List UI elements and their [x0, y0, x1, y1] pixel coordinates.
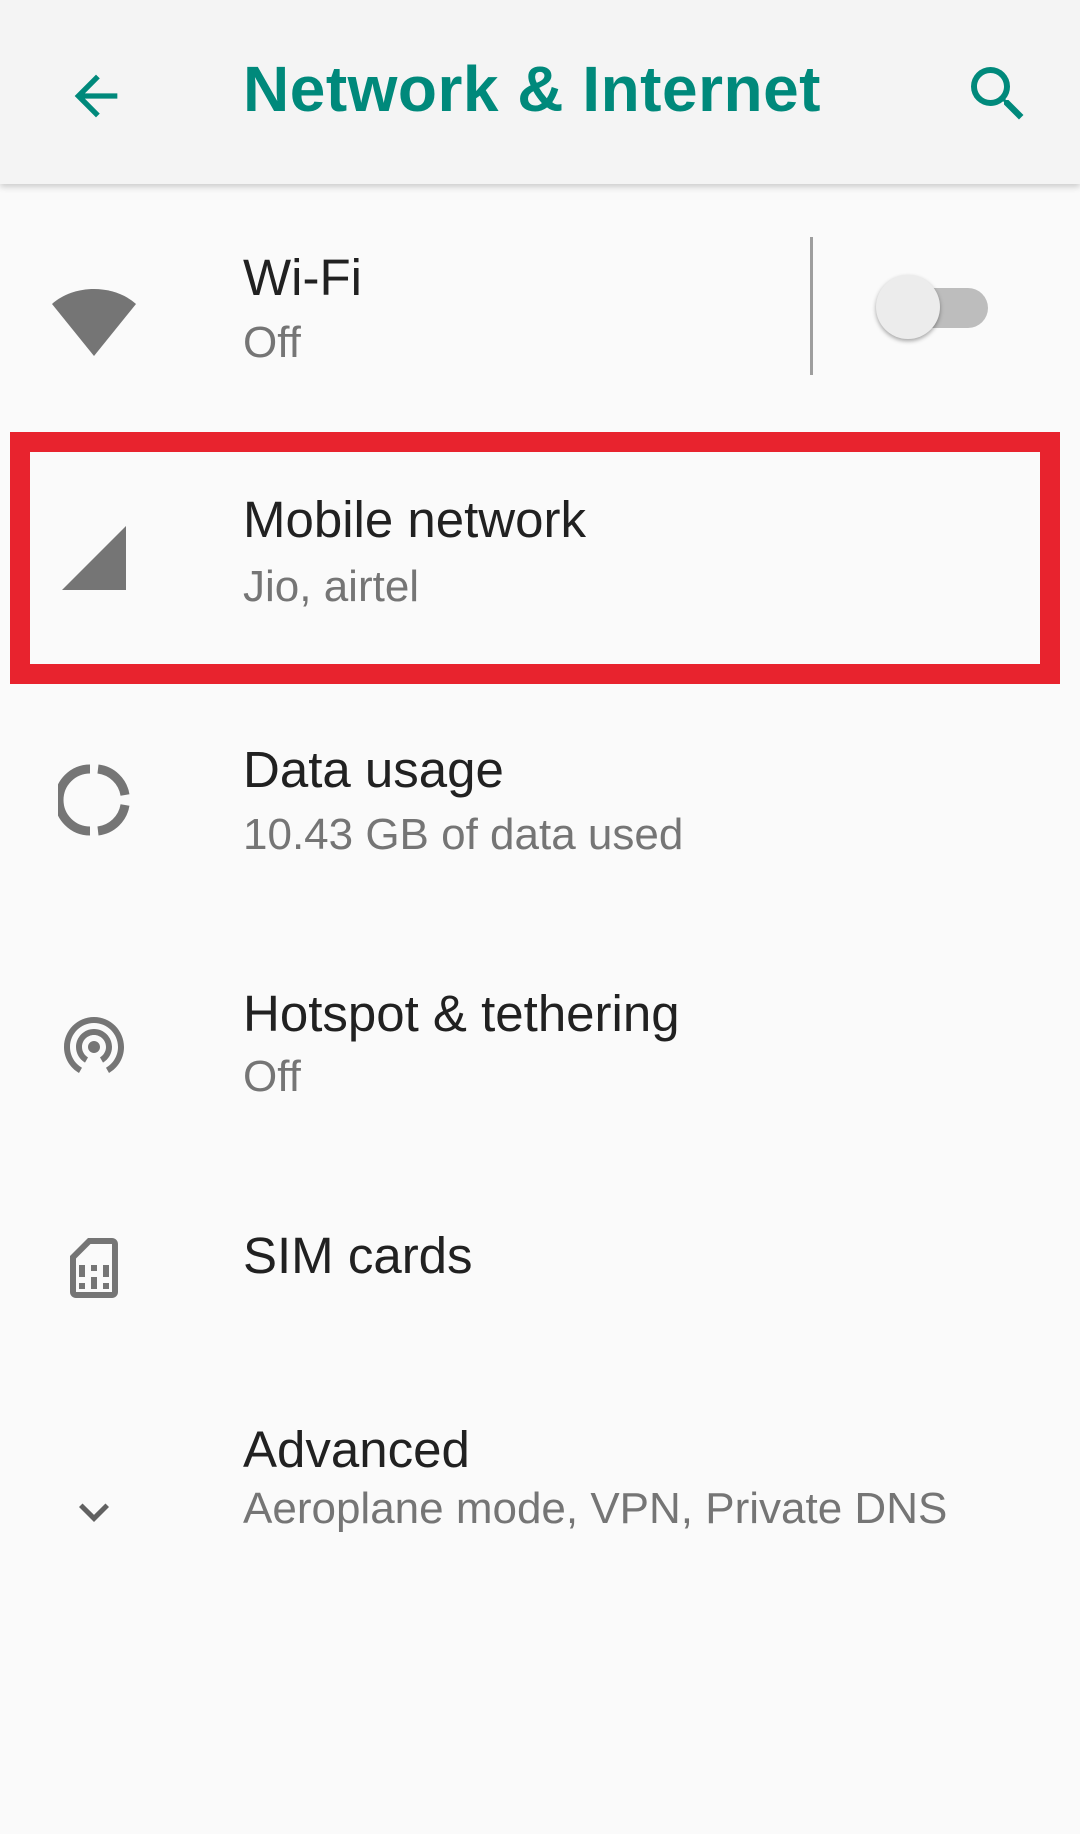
- hotspot-item[interactable]: Hotspot & tethering Off: [0, 934, 1080, 1178]
- advanced-item[interactable]: Advanced Aeroplane mode, VPN, Private DN…: [0, 1406, 1080, 1652]
- back-button[interactable]: [42, 42, 150, 150]
- chevron-down-icon: [40, 1458, 148, 1566]
- wifi-toggle[interactable]: [876, 272, 992, 342]
- sim-cards-item[interactable]: SIM cards: [0, 1178, 1080, 1406]
- arrow-back-icon: [74, 74, 118, 118]
- wifi-divider: [810, 237, 813, 375]
- hotspot-icon: [40, 990, 148, 1098]
- data-usage-summary: 10.43 GB of data used: [243, 810, 684, 859]
- mobile-network-item[interactable]: Mobile network Jio, airtel: [0, 432, 1080, 684]
- cellular-signal-icon: [40, 504, 148, 612]
- wifi-toggle-thumb: [876, 275, 940, 339]
- app-bar: Network & Internet: [0, 0, 1080, 184]
- data-usage-icon: [40, 746, 148, 854]
- search-icon: [971, 67, 1024, 120]
- mobile-network-title: Mobile network: [243, 491, 586, 548]
- data-usage-item[interactable]: Data usage 10.43 GB of data used: [0, 694, 1080, 934]
- hotspot-summary: Off: [243, 1052, 301, 1101]
- data-usage-title: Data usage: [243, 741, 504, 798]
- advanced-title: Advanced: [243, 1421, 470, 1478]
- hotspot-title: Hotspot & tethering: [243, 985, 680, 1042]
- mobile-network-summary: Jio, airtel: [243, 562, 420, 611]
- sim-cards-title: SIM cards: [243, 1227, 473, 1284]
- search-button[interactable]: [940, 36, 1056, 152]
- wifi-summary: Off: [243, 318, 301, 367]
- sim-card-icon: [40, 1214, 148, 1322]
- advanced-summary: Aeroplane mode, VPN, Private DNS: [243, 1484, 948, 1533]
- wifi-icon: [40, 268, 148, 376]
- page-title: Network & Internet: [243, 53, 821, 125]
- wifi-title: Wi-Fi: [243, 249, 362, 306]
